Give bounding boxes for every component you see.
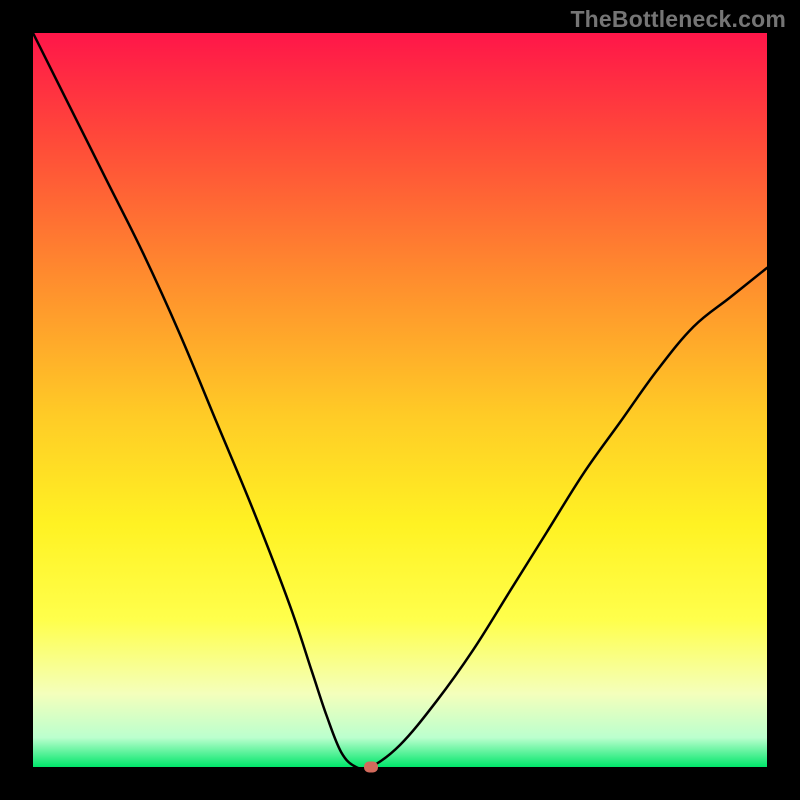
optimal-point-marker — [364, 762, 378, 773]
chart-frame: TheBottleneck.com — [0, 0, 800, 800]
plot-area — [33, 33, 767, 767]
watermark-text: TheBottleneck.com — [570, 6, 786, 33]
bottleneck-curve — [33, 33, 767, 767]
